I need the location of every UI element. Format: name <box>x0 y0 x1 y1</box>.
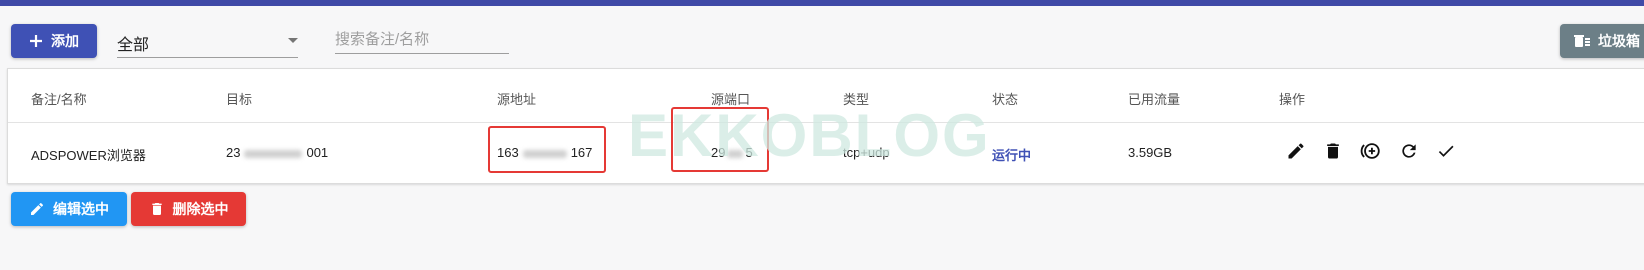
trash-icon[interactable] <box>1321 139 1345 163</box>
chevron-down-icon <box>288 38 298 43</box>
cell-traffic: 3.59GB <box>1128 145 1173 160</box>
trash-bin-button[interactable]: 垃圾箱 <box>1560 24 1644 58</box>
search-input[interactable]: 搜索备注/名称 <box>335 25 509 54</box>
delete-selected-label: 删除选中 <box>172 201 229 217</box>
refresh-icon[interactable] <box>1397 139 1421 163</box>
edit-selected-button[interactable]: 编辑选中 <box>11 192 127 226</box>
top-app-bar <box>0 0 1644 6</box>
filter-select[interactable]: 全部 <box>117 25 298 58</box>
check-icon[interactable] <box>1434 139 1458 163</box>
trash-bin-label: 垃圾箱 <box>1598 33 1640 49</box>
add-circle-icon[interactable] <box>1359 139 1383 163</box>
trash-list-icon <box>1574 33 1590 49</box>
cell-target: 23 001 <box>226 145 329 160</box>
cell-name: ADSPOWER浏览器 <box>31 148 146 163</box>
watermark: EKKOBLOG <box>628 102 991 169</box>
add-button-label: 添加 <box>51 33 79 49</box>
add-button[interactable]: 添加 <box>11 24 97 58</box>
col-header-source-address[interactable]: 源地址 <box>497 89 536 108</box>
trash-icon <box>149 201 165 217</box>
highlight-box-source-address <box>488 126 606 173</box>
col-header-actions: 操作 <box>1279 92 1306 107</box>
col-header-target[interactable]: 目标 <box>226 89 252 108</box>
pencil-icon[interactable] <box>1284 139 1308 163</box>
col-header-name[interactable]: 备注/名称 <box>31 89 87 108</box>
filter-select-value: 全部 <box>117 37 150 54</box>
edit-selected-label: 编辑选中 <box>53 201 109 217</box>
delete-selected-button[interactable]: 删除选中 <box>131 192 246 226</box>
pencil-icon <box>29 201 45 217</box>
search-placeholder: 搜索备注/名称 <box>335 31 430 48</box>
plus-icon <box>29 34 43 48</box>
col-header-traffic[interactable]: 已用流量 <box>1128 89 1180 108</box>
status-badge: 运行中 <box>992 148 1032 163</box>
col-header-status[interactable]: 状态 <box>992 89 1018 108</box>
